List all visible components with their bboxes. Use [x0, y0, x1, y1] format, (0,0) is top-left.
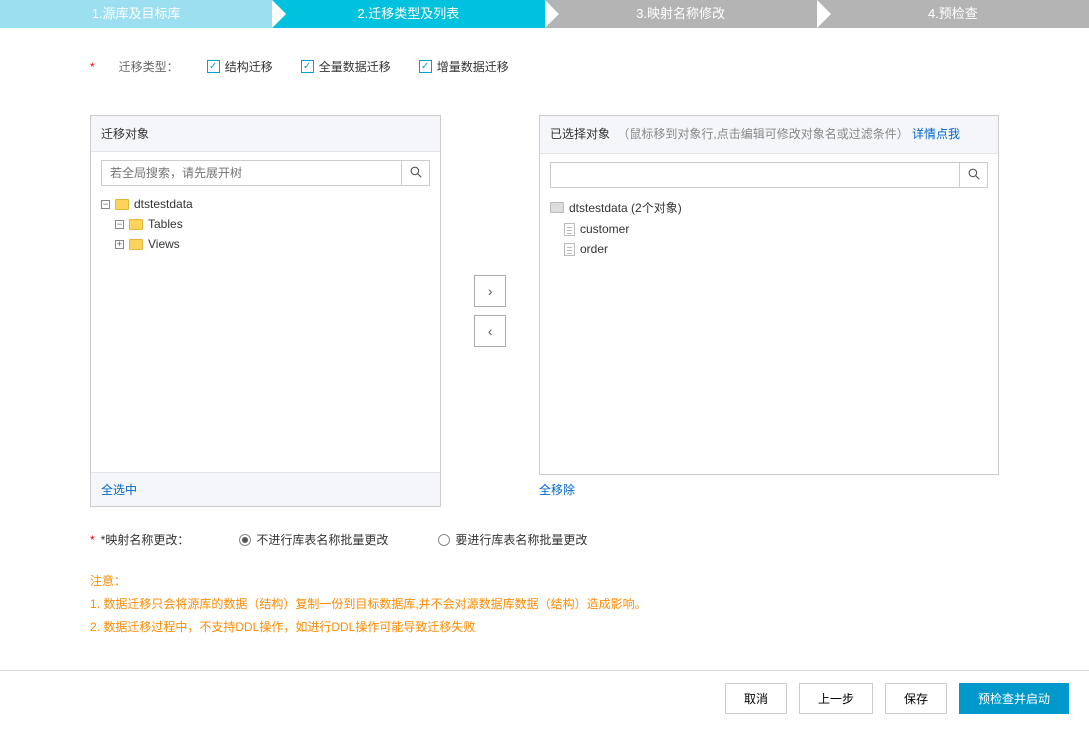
transfer-buttons: › ‹ — [441, 115, 539, 507]
step-1[interactable]: 1.源库及目标库 — [0, 0, 272, 28]
folder-icon — [115, 199, 129, 210]
tree-node-views[interactable]: + Views — [101, 234, 430, 254]
source-tree: − dtstestdata − Tables + Views — [101, 194, 430, 254]
checkbox-incremental[interactable]: ✓ 增量数据迁移 — [419, 58, 509, 75]
rename-row: **映射名称更改： 不进行库表名称批量更改 要进行库表名称批量更改 — [90, 531, 999, 548]
table-icon — [564, 223, 575, 236]
cancel-button[interactable]: 取消 — [725, 683, 787, 714]
chevron-left-icon: ‹ — [488, 323, 493, 339]
selected-tree: dtstestdata (2个对象) customer order — [550, 196, 988, 259]
collapse-icon[interactable]: − — [115, 220, 124, 229]
checkbox-label: 结构迁移 — [225, 58, 273, 75]
folder-icon — [129, 239, 143, 250]
tree-node-root[interactable]: dtstestdata (2个对象) — [550, 196, 988, 219]
checkbox-label: 增量数据迁移 — [437, 58, 509, 75]
radio-do-rename[interactable]: 要进行库表名称批量更改 — [438, 531, 587, 548]
radio-label: 要进行库表名称批量更改 — [455, 531, 587, 548]
radio-no-rename[interactable]: 不进行库表名称批量更改 — [239, 531, 388, 548]
source-panel-header: 迁移对象 — [91, 116, 440, 152]
step-2[interactable]: 2.迁移类型及列表 — [272, 0, 544, 28]
search-icon — [968, 168, 980, 183]
tree-node-label: Tables — [148, 217, 183, 231]
notes-heading: 注意： — [90, 570, 999, 593]
radio-icon — [438, 534, 450, 546]
migration-type-row: * 迁移类型： ✓ 结构迁移 ✓ 全量数据迁移 ✓ 增量数据迁移 — [90, 58, 999, 75]
selected-panel-title: 已选择对象 — [550, 127, 610, 141]
step-4[interactable]: 4.预检查 — [817, 0, 1089, 28]
search-icon — [410, 166, 422, 181]
tree-node-tables[interactable]: − Tables — [101, 214, 430, 234]
step-label: 3.映射名称修改 — [636, 6, 725, 21]
collapse-icon[interactable]: − — [101, 200, 110, 209]
selected-search — [550, 162, 988, 188]
tree-node-label: dtstestdata (2个对象) — [569, 199, 682, 216]
source-objects-panel: 迁移对象 − dtstestdata — [90, 115, 441, 507]
tree-node-order[interactable]: order — [550, 239, 988, 259]
select-all-link[interactable]: 全选中 — [101, 483, 137, 497]
source-search — [101, 160, 430, 186]
selected-panel-hint-link[interactable]: 详情点我 — [912, 127, 960, 141]
step-label: 4.预检查 — [928, 6, 978, 21]
step-bar: 1.源库及目标库 2.迁移类型及列表 3.映射名称修改 4.预检查 — [0, 0, 1089, 28]
step-label: 1.源库及目标库 — [92, 6, 181, 21]
selected-search-input[interactable] — [550, 162, 960, 188]
chevron-right-icon: › — [488, 283, 493, 299]
notes-line: 2. 数据迁移过程中，不支持DDL操作，如进行DDL操作可能导致迁移失败 — [90, 616, 999, 639]
selected-panel-header: 已选择对象 （鼠标移到对象行,点击编辑可修改对象名或过滤条件） 详情点我 — [540, 116, 998, 154]
selected-objects-panel: 已选择对象 （鼠标移到对象行,点击编辑可修改对象名或过滤条件） 详情点我 — [539, 115, 999, 475]
tree-node-label: customer — [580, 222, 629, 236]
notes-block: 注意： 1. 数据迁移只会将源库的数据（结构）复制一份到目标数据库,并不会对源数… — [90, 570, 999, 638]
remove-all-link[interactable]: 全移除 — [539, 483, 575, 497]
table-icon — [564, 243, 575, 256]
source-search-input[interactable] — [101, 160, 402, 186]
selected-search-button[interactable] — [960, 162, 988, 188]
tree-node-label: dtstestdata — [134, 197, 193, 211]
move-left-button[interactable]: ‹ — [474, 315, 506, 347]
check-icon: ✓ — [301, 60, 314, 73]
folder-icon — [550, 202, 564, 213]
selected-panel-hint: （鼠标移到对象行,点击编辑可修改对象名或过滤条件） — [617, 127, 908, 141]
notes-line: 1. 数据迁移只会将源库的数据（结构）复制一份到目标数据库,并不会对源数据库数据… — [90, 593, 999, 616]
source-panel-title: 迁移对象 — [101, 127, 149, 141]
check-icon: ✓ — [207, 60, 220, 73]
radio-label: 不进行库表名称批量更改 — [256, 531, 388, 548]
step-label: 2.迁移类型及列表 — [357, 6, 459, 21]
checkbox-structure[interactable]: ✓ 结构迁移 — [207, 58, 273, 75]
prev-button[interactable]: 上一步 — [799, 683, 873, 714]
radio-icon — [239, 534, 251, 546]
transfer-panels: 迁移对象 − dtstestdata — [90, 115, 999, 507]
tree-node-label: order — [580, 242, 608, 256]
expand-icon[interactable]: + — [115, 240, 124, 249]
tree-node-root[interactable]: − dtstestdata — [101, 194, 430, 214]
migration-type-label: 迁移类型： — [119, 58, 179, 75]
tree-node-customer[interactable]: customer — [550, 219, 988, 239]
save-button[interactable]: 保存 — [885, 683, 947, 714]
required-mark: * — [90, 60, 95, 74]
folder-icon — [129, 219, 143, 230]
tree-node-label: Views — [148, 237, 180, 251]
precheck-start-button[interactable]: 预检查并启动 — [959, 683, 1069, 714]
checkbox-label: 全量数据迁移 — [319, 58, 391, 75]
checkbox-full-data[interactable]: ✓ 全量数据迁移 — [301, 58, 391, 75]
bottom-action-bar: 取消 上一步 保存 预检查并启动 — [0, 670, 1089, 726]
source-search-button[interactable] — [402, 160, 430, 186]
step-3[interactable]: 3.映射名称修改 — [545, 0, 817, 28]
check-icon: ✓ — [419, 60, 432, 73]
move-right-button[interactable]: › — [474, 275, 506, 307]
rename-label: **映射名称更改： — [90, 531, 189, 548]
